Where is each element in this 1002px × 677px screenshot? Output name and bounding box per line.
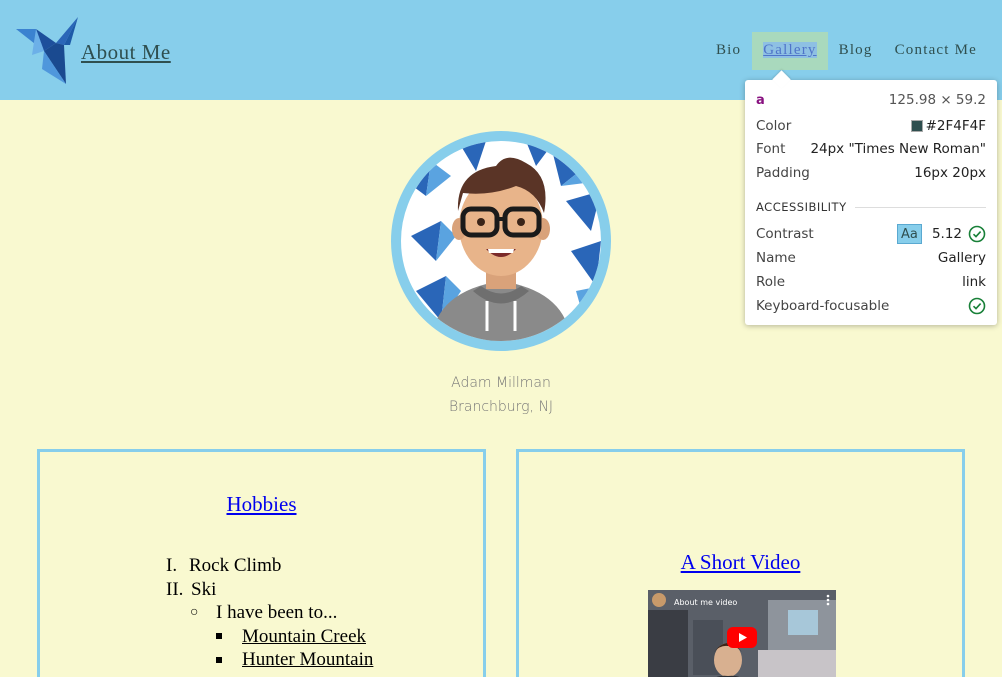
list-item: ○ I have been to... [166, 601, 373, 625]
list-number: I. [166, 555, 178, 576]
list-item-text: Rock Climb [189, 555, 282, 576]
padding-label: Padding [756, 165, 810, 181]
main-nav: Bio Gallery Blog Contact Me [705, 32, 988, 70]
video-player[interactable]: About me video [648, 590, 836, 677]
list-number: II. [166, 578, 184, 600]
list-item: Hunter Mountain [166, 648, 373, 672]
origami-bird-logo-icon[interactable] [12, 15, 82, 85]
hobbies-heading-link[interactable]: Hobbies [40, 492, 483, 517]
tooltip-header: a 125.98 × 59.2 [756, 90, 986, 110]
tooltip-padding-row: Padding 16px 20px [756, 163, 986, 183]
name-label: Name [756, 250, 796, 266]
profile-avatar [391, 131, 611, 351]
element-dimensions: 125.98 × 59.2 [888, 92, 986, 108]
contrast-label: Contrast [756, 226, 814, 242]
place-link[interactable]: Hunter Mountain [242, 648, 373, 672]
tooltip-name-row: Name Gallery [756, 248, 986, 268]
list-item: Mountain Creek [166, 625, 373, 649]
more-options-icon[interactable] [826, 594, 830, 606]
name-value: Gallery [937, 250, 986, 266]
nav-gallery[interactable]: Gallery [752, 32, 828, 70]
color-label: Color [756, 118, 792, 134]
role-label: Role [756, 274, 786, 290]
tooltip-contrast-row: Contrast Aa 5.12 [756, 224, 986, 244]
check-circle-icon [968, 225, 986, 243]
contrast-value: 5.12 [931, 226, 962, 242]
role-value: link [962, 274, 986, 290]
site-title-link[interactable]: About Me [81, 40, 171, 65]
list-item: I. Rock Climb [166, 554, 373, 578]
nav-contact-me[interactable]: Contact Me [884, 32, 988, 70]
list-item: II. Ski [166, 578, 373, 602]
element-tag: a [756, 92, 765, 108]
tooltip-role-row: Role link [756, 272, 986, 292]
place-link[interactable]: Mountain Creek [242, 625, 366, 649]
hobbies-list: I. Rock Climb II. Ski ○ I have been to..… [166, 554, 373, 672]
devtools-inspect-tooltip: a 125.98 × 59.2 Color #2F4F4F Font 24px … [745, 80, 997, 325]
profile-name: Adam Millman [451, 375, 551, 391]
keyboard-focusable-label: Keyboard-focusable [756, 298, 890, 314]
video-card: A Short Video About me video [516, 449, 965, 677]
hobbies-card: Hobbies I. Rock Climb II. Ski ○ I have b… [37, 449, 486, 677]
tooltip-keyboard-row: Keyboard-focusable [756, 296, 986, 316]
video-title: About me video [674, 598, 738, 607]
circle-bullet-icon: ○ [190, 605, 199, 620]
square-bullet-icon [216, 633, 222, 640]
list-item-text: Ski [191, 578, 217, 600]
font-value: 24px "Times New Roman" [810, 141, 986, 157]
list-item-text: I have been to... [216, 602, 338, 623]
avatar-illustration [406, 141, 601, 341]
font-label: Font [756, 141, 786, 157]
nav-bio[interactable]: Bio [705, 32, 752, 70]
section-title-text: ACCESSIBILITY [756, 200, 847, 214]
accessibility-section-title: ACCESSIBILITY [756, 200, 986, 214]
check-circle-icon [968, 297, 986, 315]
square-bullet-icon [216, 656, 222, 663]
nav-gallery-label: Gallery [763, 42, 817, 58]
tooltip-font-row: Font 24px "Times New Roman" [756, 139, 986, 159]
color-swatch-icon [910, 120, 923, 132]
youtube-play-icon[interactable] [727, 627, 757, 648]
tooltip-color-row: Color #2F4F4F [756, 116, 986, 136]
color-value: #2F4F4F [925, 118, 986, 134]
padding-value: 16px 20px [914, 165, 986, 181]
contrast-sample-badge: Aa [896, 224, 922, 244]
profile-location: Branchburg, NJ [448, 399, 554, 415]
nav-blog[interactable]: Blog [828, 32, 884, 70]
channel-avatar-icon [652, 593, 666, 607]
video-heading-link[interactable]: A Short Video [519, 550, 962, 575]
